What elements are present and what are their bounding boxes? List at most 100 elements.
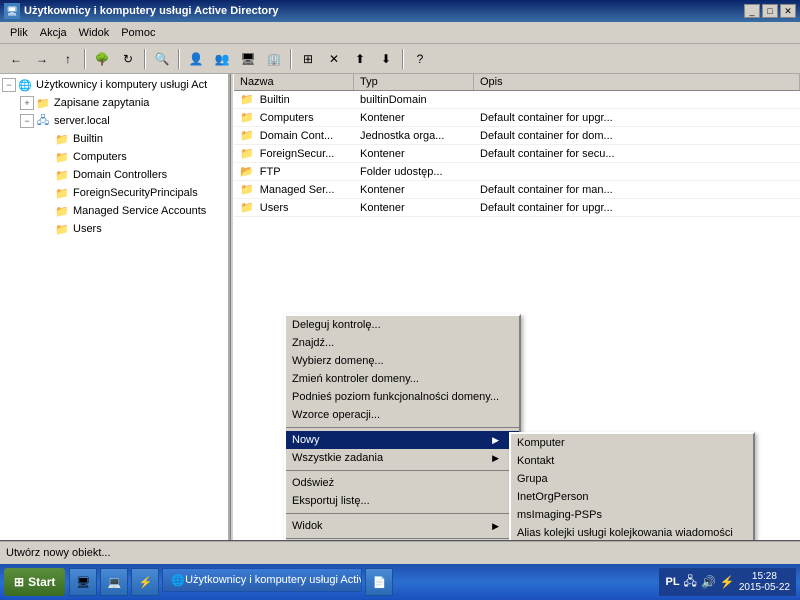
tray-date-value: 2015-05-22	[739, 582, 790, 593]
find-button[interactable]: 🔍	[150, 48, 174, 70]
tree-item-domain-controllers[interactable]: 📁 Domain Controllers	[0, 166, 228, 184]
list-cell-opis: Default container for man...	[474, 182, 800, 198]
menu-pomoc[interactable]: Pomoc	[115, 25, 161, 41]
up-button[interactable]: ↑	[56, 48, 80, 70]
ctx-sep-4	[286, 538, 519, 539]
toolbar-separator-5	[402, 49, 404, 69]
list-row[interactable]: 📁 Builtin builtinDomain	[234, 91, 800, 109]
tree-expand-saved[interactable]: +	[20, 96, 34, 110]
tree-item-foreign[interactable]: 📁 ForeignSecurityPrincipals	[0, 184, 228, 202]
list-row[interactable]: 📁 Computers Kontener Default container f…	[234, 109, 800, 127]
back-button[interactable]: ←	[4, 48, 28, 70]
ctx-eksportuj[interactable]: Eksportuj listę...	[286, 492, 519, 510]
move-up-button[interactable]: ⬆	[348, 48, 372, 70]
tree-domain[interactable]: − 🖧 server.local	[0, 112, 228, 130]
new-ou-button[interactable]: 🏢	[262, 48, 286, 70]
ctx-podniez[interactable]: Podnieś poziom funkcjonalności domeny...	[286, 388, 519, 406]
list-cell-opis	[474, 98, 800, 102]
forward-button[interactable]: →	[30, 48, 54, 70]
tree-expand-domain[interactable]: −	[20, 114, 34, 128]
tree-root-node[interactable]: − 🌐 Użytkownicy i komputery usługi Act	[0, 76, 228, 94]
close-button[interactable]: ✕	[780, 4, 796, 18]
list-cell-opis	[474, 170, 800, 174]
delete-button[interactable]: ✕	[322, 48, 346, 70]
taskbar-icon-4[interactable]: 📄	[365, 568, 393, 596]
submenu-arrow-widok: ▶	[492, 521, 499, 532]
tree-domain-label: server.local	[54, 115, 110, 127]
tree-users-label: Users	[73, 223, 102, 235]
managed-icon: 📁	[54, 203, 70, 219]
taskbar-active-item[interactable]: 🌐 Użytkownicy i komputery usługi Active …	[162, 568, 362, 592]
tree-item-computers[interactable]: 📁 Computers	[0, 148, 228, 166]
ctx-zmien[interactable]: Zmień kontroler domeny...	[286, 370, 519, 388]
sound-icon: 🔊	[701, 575, 716, 589]
ctx-deleguj[interactable]: Deleguj kontrolę...	[286, 316, 519, 334]
new-group-button[interactable]: 👥	[210, 48, 234, 70]
builtin-icon: 📁	[54, 131, 70, 147]
list-cell-typ: Jednostka orga...	[354, 128, 474, 144]
help-button[interactable]: ?	[408, 48, 432, 70]
domain-icon: 🖧	[35, 113, 51, 129]
ctx-wzorce[interactable]: Wzorce operacji...	[286, 406, 519, 424]
submenu-grupa[interactable]: Grupa	[511, 470, 753, 488]
col-header-nazwa[interactable]: Nazwa	[234, 74, 354, 90]
submenu-kontakt[interactable]: Kontakt	[511, 452, 753, 470]
minimize-button[interactable]: _	[744, 4, 760, 18]
taskbar-icon-3[interactable]: ⚡	[131, 568, 159, 596]
battery-icon: ⚡	[720, 575, 735, 589]
list-cell-typ: Folder udostęp...	[354, 164, 474, 180]
col-header-typ[interactable]: Typ	[354, 74, 474, 90]
saved-queries-icon: 📁	[35, 95, 51, 111]
new-user-button[interactable]: 👤	[184, 48, 208, 70]
start-button[interactable]: ⊞ Start	[4, 568, 65, 596]
menu-plik[interactable]: Plik	[4, 25, 34, 41]
list-cell-nazwa: 📂 FTP	[234, 163, 354, 180]
ctx-sep-3	[286, 513, 519, 514]
col-header-opis[interactable]: Opis	[474, 74, 800, 90]
ctx-widok[interactable]: Widok ▶	[286, 517, 519, 535]
submenu-inetorgperson[interactable]: InetOrgPerson	[511, 488, 753, 506]
menu-akcja[interactable]: Akcja	[34, 25, 73, 41]
tree-root-label: Użytkownicy i komputery usługi Act	[36, 79, 207, 91]
taskbar-icon-1[interactable]: 🖥	[69, 568, 97, 596]
submenu-msimaging[interactable]: msImaging-PSPs	[511, 506, 753, 524]
refresh-button[interactable]: ↻	[116, 48, 140, 70]
submenu-nowy: Komputer Kontakt Grupa InetOrgPerson msI…	[509, 432, 755, 540]
list-row[interactable]: 📁 ForeignSecur... Kontener Default conta…	[234, 145, 800, 163]
list-row[interactable]: 📁 Users Kontener Default container for u…	[234, 199, 800, 217]
window-icon: 🖥	[4, 3, 20, 19]
list-row[interactable]: 📂 FTP Folder udostęp...	[234, 163, 800, 181]
ctx-nowy[interactable]: Nowy ▶	[286, 431, 519, 449]
list-row[interactable]: 📁 Managed Ser... Kontener Default contai…	[234, 181, 800, 199]
list-cell-typ: Kontener	[354, 182, 474, 198]
tree-saved-queries[interactable]: + 📁 Zapisane zapytania	[0, 94, 228, 112]
list-cell-opis: Default container for upgr...	[474, 200, 800, 216]
tree-item-users[interactable]: 📁 Users	[0, 220, 228, 238]
submenu-alias[interactable]: Alias kolejki usługi kolejkowania wiadom…	[511, 524, 753, 540]
tree-item-managed[interactable]: 📁 Managed Service Accounts	[0, 202, 228, 220]
move-down-button[interactable]: ⬇	[374, 48, 398, 70]
tree-item-builtin[interactable]: 📁 Builtin	[0, 130, 228, 148]
maximize-button[interactable]: □	[762, 4, 778, 18]
network-icon: 🖧	[684, 572, 697, 593]
tree-saved-queries-label: Zapisane zapytania	[54, 97, 149, 109]
taskbar-tray: PL 🖧 🔊 ⚡ 15:28 2015-05-22	[659, 568, 796, 596]
status-text: Utwórz nowy obiekt...	[6, 547, 111, 559]
ctx-odswiez[interactable]: Odśwież	[286, 474, 519, 492]
tree-expand-root[interactable]: −	[2, 78, 16, 92]
tree-builtin-label: Builtin	[73, 133, 103, 145]
status-bar: Utwórz nowy obiekt...	[0, 540, 800, 564]
tree-dc-label: Domain Controllers	[73, 169, 167, 181]
properties-button[interactable]: ⊞	[296, 48, 320, 70]
ctx-sep-1	[286, 427, 519, 428]
list-row[interactable]: 📁 Domain Cont... Jednostka orga... Defau…	[234, 127, 800, 145]
taskbar-icon-2[interactable]: 💻	[100, 568, 128, 596]
ctx-wybierz[interactable]: Wybierz domenę...	[286, 352, 519, 370]
submenu-komputer[interactable]: Komputer	[511, 434, 753, 452]
ctx-znajdz[interactable]: Znajdź...	[286, 334, 519, 352]
new-computer-button[interactable]: 🖥	[236, 48, 260, 70]
tree-toggle[interactable]: 🌳	[90, 48, 114, 70]
ctx-wszystkie[interactable]: Wszystkie zadania ▶	[286, 449, 519, 467]
menu-widok[interactable]: Widok	[73, 25, 116, 41]
lang-icon: PL	[665, 576, 679, 588]
